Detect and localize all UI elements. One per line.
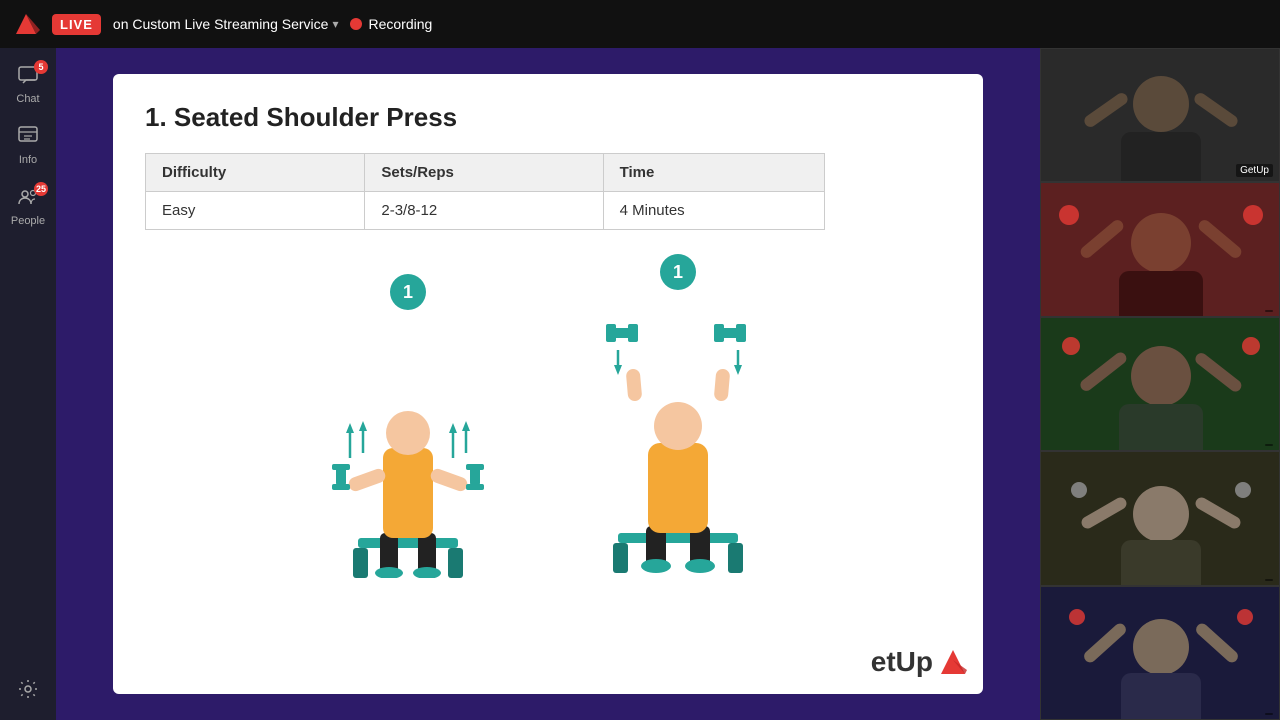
step-badge-2: 1 xyxy=(660,254,696,290)
exercise-figure-2 xyxy=(588,298,768,578)
participant-tile-1[interactable]: GetUp xyxy=(1040,48,1280,182)
exercise-table: Difficulty Sets/Reps Time Easy 2-3/8-12 … xyxy=(145,153,825,230)
people-label: People xyxy=(11,215,45,227)
table-cell-time: 4 Minutes xyxy=(603,192,824,230)
figure-2: 1 xyxy=(588,254,768,578)
slide-container: 1. Seated Shoulder Press Difficulty Sets… xyxy=(56,48,1040,720)
table-header-difficulty: Difficulty xyxy=(146,154,365,192)
recording-dot-icon xyxy=(350,18,362,30)
sidebar: 5 Chat Info 25 xyxy=(0,48,56,720)
table-cell-setsreps: 2-3/8-12 xyxy=(365,192,603,230)
info-label: Info xyxy=(19,154,37,166)
participant-tile-4[interactable] xyxy=(1040,451,1280,585)
sidebar-item-chat[interactable]: 5 Chat xyxy=(0,56,56,113)
slide-title: 1. Seated Shoulder Press xyxy=(145,102,951,133)
participant-video-3 xyxy=(1041,318,1280,451)
participants-panel: GetUp xyxy=(1040,48,1280,720)
participant-video-5 xyxy=(1041,587,1280,720)
watermark-text: etUp xyxy=(871,646,933,678)
stream-label-text: on Custom Live Streaming Service xyxy=(113,16,329,32)
recording-label: Recording xyxy=(368,16,432,32)
chat-badge: 5 xyxy=(34,60,48,74)
main-area: 5 Chat Info 25 xyxy=(0,48,1280,720)
app-logo xyxy=(12,10,40,38)
top-bar: LIVE on Custom Live Streaming Service ▾ … xyxy=(0,0,1280,48)
chat-label: Chat xyxy=(16,93,39,105)
illustration-area: 1 xyxy=(145,254,951,578)
recording-badge: Recording xyxy=(350,16,432,32)
participant-video-4 xyxy=(1041,452,1280,585)
info-icon xyxy=(17,125,39,151)
participant-video-2 xyxy=(1041,183,1280,316)
participant-label-5 xyxy=(1265,713,1273,715)
watermark-logo-icon xyxy=(939,646,967,678)
table-header-time: Time xyxy=(603,154,824,192)
step-badge-1: 1 xyxy=(390,274,426,310)
participant-tile-5[interactable] xyxy=(1040,586,1280,720)
stream-chevron-icon[interactable]: ▾ xyxy=(332,17,338,31)
participant-label-4 xyxy=(1265,579,1273,581)
settings-icon xyxy=(17,678,39,704)
exercise-figure-1 xyxy=(328,318,488,578)
table-row: Easy 2-3/8-12 4 Minutes xyxy=(146,192,825,230)
participant-tile-3[interactable] xyxy=(1040,317,1280,451)
participant-label-3 xyxy=(1265,444,1273,446)
sidebar-item-settings[interactable] xyxy=(0,670,56,712)
sidebar-item-info[interactable]: Info xyxy=(0,117,56,174)
sidebar-item-people[interactable]: 25 People xyxy=(0,178,56,235)
slide: 1. Seated Shoulder Press Difficulty Sets… xyxy=(113,74,983,694)
participant-label-2 xyxy=(1265,310,1273,312)
table-header-setsreps: Sets/Reps xyxy=(365,154,603,192)
table-cell-difficulty: Easy xyxy=(146,192,365,230)
stream-label: on Custom Live Streaming Service ▾ xyxy=(113,16,339,32)
watermark: etUp xyxy=(871,646,967,678)
participant-tile-2[interactable] xyxy=(1040,182,1280,316)
live-badge: LIVE xyxy=(52,14,101,35)
participant-label-1: GetUp xyxy=(1236,164,1273,177)
participant-video-1 xyxy=(1041,49,1280,182)
figure-1: 1 xyxy=(328,274,488,578)
people-badge: 25 xyxy=(34,182,48,196)
